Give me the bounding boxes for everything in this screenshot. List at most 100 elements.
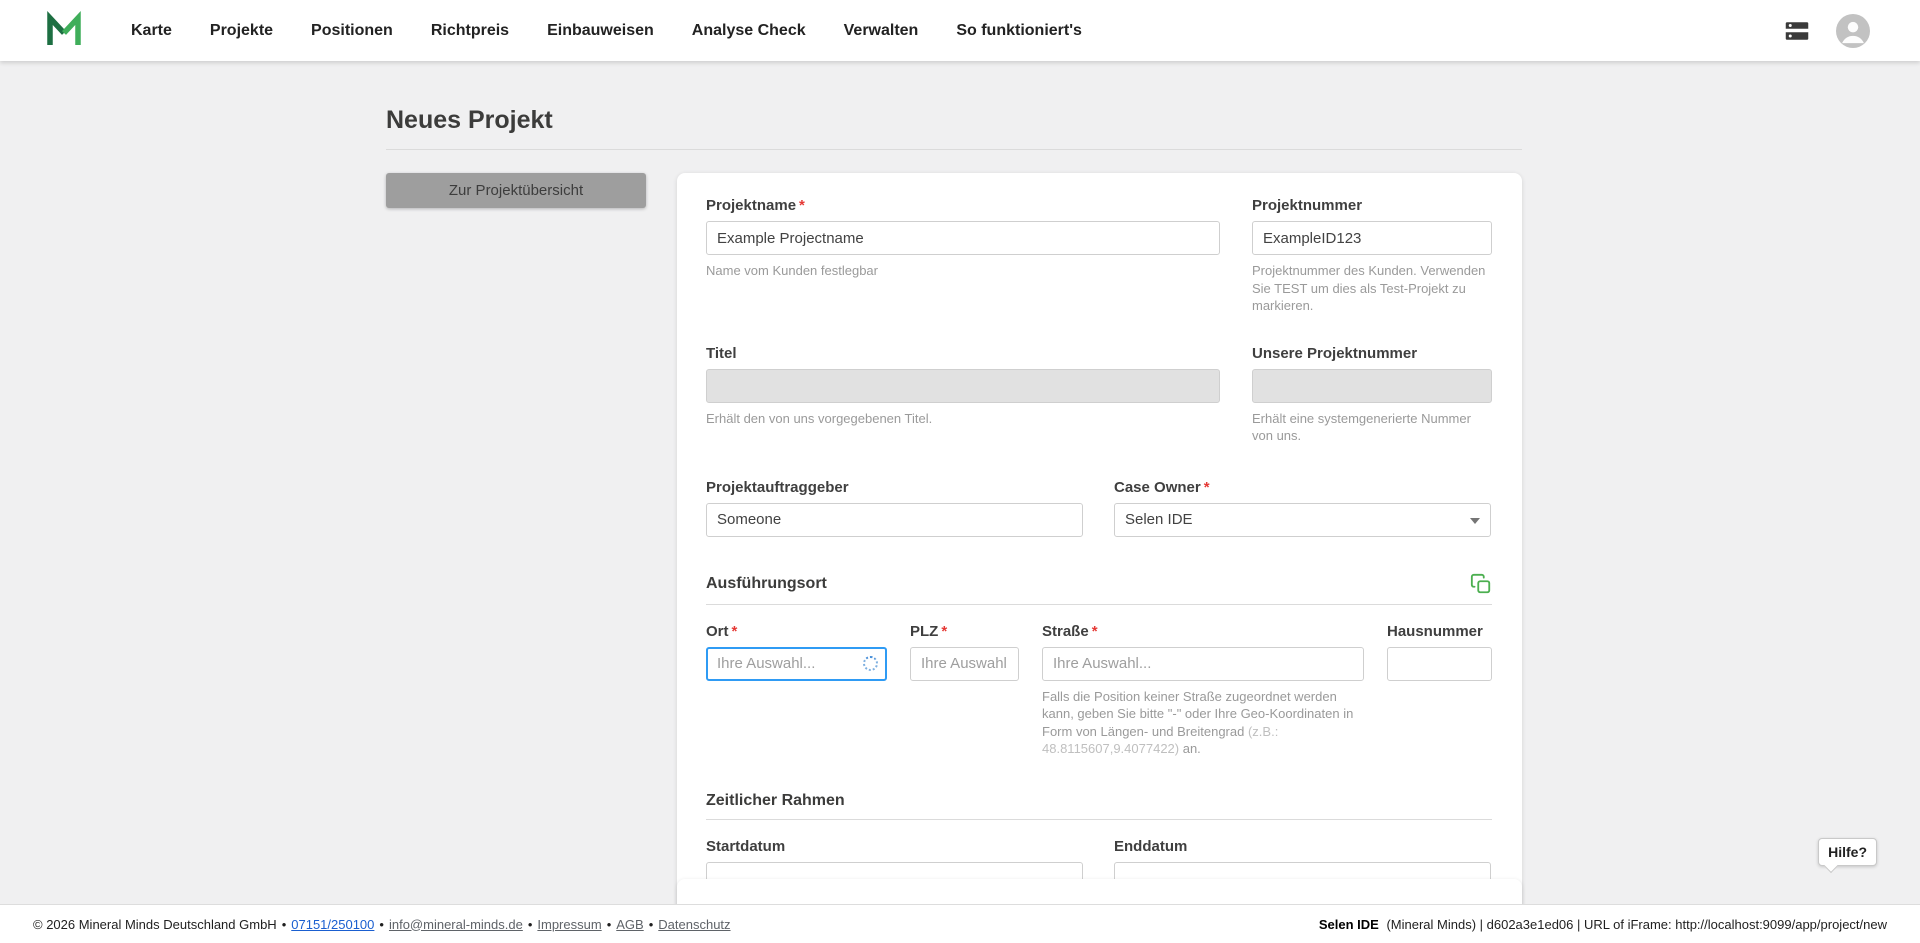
agb-link[interactable]: AGB (616, 917, 643, 932)
footer-session-details: (Mineral Minds) | d602a3e1ed06 | URL of … (1386, 916, 1887, 932)
field-strasse: Straße* Falls die Position keiner Straße… (1042, 623, 1364, 758)
field-unsere-projektnummer: Unsere Projektnummer Erhält eine systemg… (1252, 345, 1492, 445)
hausnummer-input[interactable] (1387, 646, 1492, 681)
section-ausfuehrungsort-divider (706, 603, 1492, 605)
projektname-input[interactable] (706, 221, 1220, 255)
email-link[interactable]: info@mineral-minds.de (389, 917, 523, 932)
footer-separator: • (379, 916, 384, 932)
strasse-helper: Falls die Position keiner Straße zugeord… (1042, 688, 1364, 758)
nav-item-positionen[interactable]: Positionen (292, 0, 412, 61)
case-owner-selected-value: Selen IDE (1125, 511, 1193, 529)
field-projektnummer: Projektnummer Projektnummer des Kunden. … (1252, 197, 1492, 315)
titel-input (706, 368, 1220, 403)
user-avatar[interactable] (1836, 13, 1870, 48)
footer-user-name: Selen IDE (1318, 916, 1379, 932)
navbar-right-actions (1782, 13, 1870, 48)
row-address: Ort* PLZ* Straße* Falls die Position kei… (706, 623, 1492, 758)
required-asterisk: * (1091, 622, 1098, 640)
nav-item-karte[interactable]: Karte (112, 0, 191, 61)
footer-separator: • (648, 916, 654, 932)
row-titel-unsere-projektnummer: Titel Erhält den von uns vorgegebenen Ti… (706, 345, 1492, 445)
section-zeitlicher-rahmen-title: Zeitlicher Rahmen (706, 791, 845, 809)
page-title: Neues Projekt (386, 106, 553, 134)
footer: © 2026 Mineral Minds Deutschland GmbH • … (0, 904, 1920, 943)
row-auftraggeber-caseowner: Projektauftraggeber Case Owner* Selen ID… (706, 479, 1492, 537)
unsere-projektnummer-label: Unsere Projektnummer (1252, 344, 1418, 362)
title-divider (386, 149, 1522, 150)
nav-item-projekte[interactable]: Projekte (191, 0, 292, 61)
field-hausnummer: Hausnummer (1387, 623, 1492, 758)
projektname-helper: Name vom Kunden festlegbar (706, 263, 878, 278)
copy-icon[interactable] (1470, 573, 1492, 595)
projektnummer-helper: Projektnummer des Kunden. Verwenden Sie … (1252, 263, 1486, 314)
field-projektname: Projektname* Name vom Kunden festlegbar (706, 197, 1220, 315)
copyright-text: © 2026 Mineral Minds Deutschland GmbH (33, 916, 277, 932)
chevron-down-icon (1470, 517, 1480, 524)
nav-item-analyse-check[interactable]: Analyse Check (673, 0, 825, 61)
loading-spinner-icon (863, 655, 878, 671)
field-plz: PLZ * (910, 623, 1019, 758)
ort-label: Ort * (706, 623, 887, 640)
required-asterisk: * (799, 197, 805, 214)
field-case-owner: Case Owner * Selen IDE (1114, 479, 1491, 537)
strasse-label-text: Straße (1042, 622, 1089, 640)
projektname-label-text: Projektname (706, 197, 797, 214)
nav-item-richtpreis[interactable]: Richtpreis (412, 0, 528, 61)
titel-helper: Erhält den von uns vorgegebenen Titel. (706, 410, 933, 426)
help-button[interactable]: Hilfe? (1818, 838, 1877, 874)
plz-input[interactable] (910, 646, 1019, 681)
phone-link[interactable]: 07151/250100 (291, 917, 374, 932)
nav-item-so-funktionierts[interactable]: So funktioniert's (937, 0, 1101, 61)
strasse-label: Straße * (1042, 623, 1364, 640)
nav-item-verwalten[interactable]: Verwalten (825, 0, 938, 61)
strasse-helper-main: Falls die Position keiner Straße zugeord… (1042, 688, 1354, 739)
projektauftraggeber-label: Projektauftraggeber (706, 478, 849, 496)
unsere-projektnummer-input (1252, 368, 1492, 403)
section-zeitlicher-rahmen-divider (706, 818, 1492, 820)
projektname-label: Projektname * (706, 197, 1220, 214)
footer-separator: • (527, 916, 533, 932)
unsere-projektnummer-helper: Erhält eine systemgenerierte Nummer von … (1252, 410, 1471, 444)
row-projektname-projektnummer: Projektname* Name vom Kunden festlegbar … (706, 197, 1492, 315)
ort-input-wrapper (706, 646, 887, 681)
projektnummer-input[interactable] (1252, 221, 1492, 255)
footer-separator: • (281, 916, 287, 932)
hausnummer-label: Hausnummer (1387, 622, 1483, 640)
content-row: Zur Projektübersicht Projektname* Name v… (386, 173, 1522, 926)
datenschutz-link[interactable]: Datenschutz (658, 917, 730, 932)
case-owner-label: Case Owner * (1114, 479, 1491, 496)
startdatum-label: Startdatum (706, 837, 786, 855)
footer-separator: • (606, 916, 612, 932)
ort-label-text: Ort (706, 622, 729, 640)
mineral-minds-logo-icon (47, 10, 81, 45)
projektauftraggeber-input[interactable] (706, 502, 1083, 537)
plz-label: PLZ * (910, 623, 1019, 640)
field-titel: Titel Erhält den von uns vorgegebenen Ti… (706, 345, 1220, 445)
enddatum-label: Enddatum (1114, 837, 1188, 855)
required-asterisk: * (731, 622, 738, 640)
section-ausfuehrungsort-title: Ausführungsort (706, 574, 827, 592)
plz-label-text: PLZ (910, 622, 939, 640)
case-owner-label-text: Case Owner (1114, 478, 1201, 496)
section-zeitlicher-rahmen-header: Zeitlicher Rahmen (706, 792, 1492, 810)
main-nav: Karte Projekte Positionen Richtpreis Ein… (112, 0, 1101, 61)
new-project-form-card: Projektname* Name vom Kunden festlegbar … (677, 173, 1522, 926)
strasse-input[interactable] (1042, 646, 1364, 681)
required-asterisk: * (941, 622, 948, 640)
server-icon[interactable] (1782, 16, 1812, 46)
help-button-label: Hilfe? (1828, 844, 1867, 860)
footer-session-info: Selen IDE (Mineral Minds) | d602a3e1ed06… (1319, 917, 1887, 932)
field-ort: Ort * (706, 623, 887, 758)
nav-item-einbauweisen[interactable]: Einbauweisen (528, 0, 673, 61)
help-bubble-tail (1824, 858, 1839, 874)
ort-input[interactable] (706, 646, 887, 681)
strasse-helper-suffix: an. (1179, 741, 1201, 757)
back-to-projects-button[interactable]: Zur Projektübersicht (386, 173, 646, 208)
field-projektauftraggeber: Projektauftraggeber (706, 479, 1083, 537)
impressum-link[interactable]: Impressum (537, 917, 601, 932)
top-navbar: Karte Projekte Positionen Richtpreis Ein… (0, 0, 1920, 61)
section-ausfuehrungsort-header: Ausführungsort (706, 573, 1492, 595)
required-asterisk: * (1203, 478, 1210, 496)
brand-logo[interactable] (44, 8, 86, 54)
case-owner-select[interactable]: Selen IDE (1114, 502, 1491, 537)
